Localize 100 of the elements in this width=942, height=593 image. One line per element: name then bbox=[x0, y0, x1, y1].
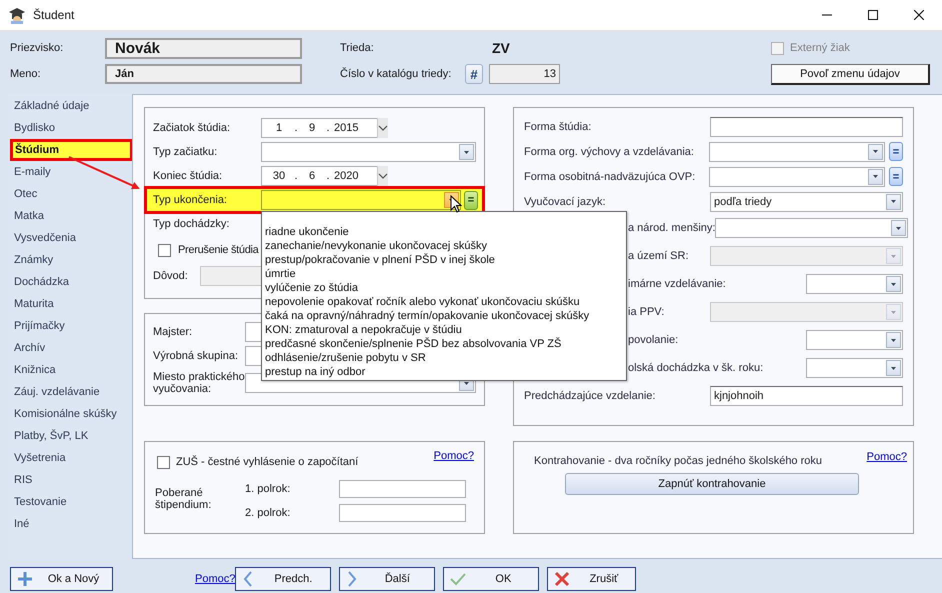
field-label: Meno: bbox=[10, 68, 42, 80]
plus-icon bbox=[17, 571, 33, 587]
sidebar-item[interactable]: Maturita bbox=[8, 293, 132, 315]
sidebar-item[interactable]: Záuj. vzdelávanie bbox=[8, 381, 132, 403]
field-label: a národ. menšiny: bbox=[628, 222, 716, 234]
chevron-icon bbox=[378, 125, 388, 131]
cross-icon bbox=[554, 571, 570, 587]
sidebar-item[interactable]: Bydlisko bbox=[8, 117, 132, 139]
caret-icon bbox=[890, 366, 897, 370]
dropdown-option[interactable]: prestup na iný odbor bbox=[265, 365, 623, 379]
sidebar-item[interactable]: Komisionálne skúšky bbox=[8, 403, 132, 425]
field-label: Forma osobitná-nadväzujúca OVP: bbox=[524, 170, 696, 182]
field-label: povolanie: bbox=[628, 334, 678, 346]
checkbox[interactable] bbox=[158, 244, 171, 256]
sidebar-item[interactable]: Matka bbox=[8, 205, 132, 227]
footer-button[interactable]: Ďalší bbox=[339, 567, 436, 591]
chevron-icon bbox=[378, 173, 388, 179]
sidebar-item[interactable]: Platby, ŠvP, LK bbox=[8, 425, 132, 447]
sidebar-item[interactable]: Štúdium bbox=[10, 139, 133, 161]
dropdown-button[interactable] bbox=[868, 144, 883, 160]
sidebar-item[interactable]: Známky bbox=[8, 249, 132, 271]
help-link[interactable]: Pomoc? bbox=[866, 451, 907, 463]
field-label: 1. polrok: bbox=[245, 483, 292, 495]
sidebar-item[interactable]: Základné údaje bbox=[8, 95, 132, 117]
checkbox[interactable] bbox=[157, 456, 170, 468]
footer-button[interactable]: Zrušiť bbox=[547, 567, 636, 591]
dropdown-option[interactable]: úmrtie bbox=[265, 267, 623, 281]
field-label: a území SR: bbox=[628, 250, 689, 262]
dropdown-option[interactable]: nepovolenie opakovať ročník alebo vykonať ukončovaciu skúšku bbox=[265, 295, 623, 309]
sidebar-item[interactable]: E-maily bbox=[8, 161, 132, 183]
equals-button[interactable]: = bbox=[889, 142, 903, 161]
dropdown-button[interactable] bbox=[886, 332, 901, 348]
field-label: ia PPV: bbox=[628, 306, 664, 318]
dropdown-option[interactable]: predčasné skončenie/splnenie PŠD bez absolvovania VP ZŠ bbox=[265, 337, 623, 351]
dropdown-button[interactable] bbox=[886, 194, 901, 210]
dropdown-button[interactable] bbox=[459, 144, 474, 160]
checkbox-label: Prerušenie štúdia bbox=[178, 244, 259, 256]
caret-icon bbox=[890, 310, 897, 314]
footer-button[interactable]: Predch. bbox=[235, 567, 332, 591]
class-value: ZV bbox=[491, 40, 511, 56]
dropdown-option[interactable]: prestup/pokračovanie v plnení PŠD v inej škole bbox=[265, 253, 623, 267]
field-label: Začiatok štúdia: bbox=[153, 122, 232, 134]
help-link[interactable]: Pomoc? bbox=[434, 450, 474, 462]
equals-button[interactable]: = bbox=[889, 167, 903, 186]
dropdown-button[interactable] bbox=[891, 220, 906, 236]
date-field[interactable]: 30 . 6 . 2020 bbox=[261, 166, 387, 186]
sidebar-item[interactable]: RIS bbox=[8, 469, 132, 491]
caret-icon bbox=[895, 226, 902, 230]
sidebar-item[interactable]: Dochádzka bbox=[8, 271, 132, 293]
dropdown-option[interactable]: odhlásenie/zrušenie pobytu v SR bbox=[265, 351, 623, 365]
dropdown-option[interactable]: KON: zmaturoval a nepokračuje v štúdiu bbox=[265, 323, 623, 337]
field-label: imárne vzdelávanie: bbox=[628, 278, 726, 290]
surname-field[interactable]: Novák bbox=[105, 38, 302, 58]
field-label: Dôvod: bbox=[153, 270, 189, 282]
student-cap-icon bbox=[8, 6, 26, 24]
sidebar-item[interactable]: Iné bbox=[8, 513, 132, 535]
footer-button[interactable]: OK bbox=[443, 567, 540, 591]
sidebar-item[interactable]: Vysvedčenia bbox=[8, 227, 132, 249]
dropdown-option[interactable]: zanechanie/nevykonanie ukončovacej skúšky bbox=[265, 239, 623, 253]
help-link[interactable]: Pomoc? bbox=[195, 573, 236, 585]
sidebar-item[interactable]: Prijímačky bbox=[8, 315, 132, 337]
close-icon bbox=[914, 10, 924, 20]
enable-contracting-button[interactable]: Zapnúť kontrahovanie bbox=[565, 473, 859, 495]
text-field[interactable]: kjnjohnoih bbox=[710, 386, 903, 406]
maximize-icon bbox=[868, 10, 878, 20]
text-field[interactable] bbox=[710, 116, 903, 136]
text-field[interactable] bbox=[339, 480, 466, 498]
sidebar-item[interactable]: Archív bbox=[8, 337, 132, 359]
sidebar-item[interactable]: Vyšetrenia bbox=[8, 447, 132, 469]
unlock-edit-button[interactable]: Povoľ zmenu údajov bbox=[771, 64, 930, 84]
sidebar-item[interactable]: Otec bbox=[8, 183, 132, 205]
field-label: Forma org. výchovy a vzdelávania: bbox=[524, 146, 694, 158]
field-label: 2. polrok: bbox=[245, 507, 292, 519]
dropdown-option[interactable]: čaká na opravný/náhradný termín/opakovanie ukončovacej skúšky bbox=[265, 309, 623, 323]
caret-icon bbox=[890, 199, 897, 204]
number-button[interactable]: # bbox=[465, 64, 483, 84]
caret-icon bbox=[463, 150, 470, 154]
caret-icon bbox=[872, 149, 879, 154]
name-field[interactable]: Ján bbox=[105, 64, 302, 84]
footer-button[interactable]: Ok a Nový bbox=[10, 567, 113, 591]
field-label: Číslo v katalógu triedy: bbox=[340, 68, 452, 80]
window-title: Študent bbox=[33, 8, 74, 22]
caret-icon bbox=[890, 254, 897, 258]
text-field[interactable] bbox=[339, 504, 466, 522]
catalog-number-field[interactable]: 13 bbox=[489, 64, 560, 84]
dropdown-button[interactable] bbox=[868, 168, 883, 184]
sidebar-item[interactable]: Testovanie bbox=[8, 491, 132, 513]
caret-icon bbox=[890, 282, 897, 286]
dropdown-option[interactable]: riadne ukončenie bbox=[265, 225, 623, 239]
dropdown-option[interactable]: vylúčenie zo štúdia bbox=[265, 281, 623, 295]
checkbox-label: ZUŠ - čestné vyhlásenie o započítaní bbox=[176, 456, 358, 468]
combo-box[interactable]: podľa triedy bbox=[710, 192, 903, 212]
dropdown-button[interactable] bbox=[886, 276, 901, 292]
sidebar-item[interactable]: Knižnica bbox=[8, 359, 132, 381]
equals-button[interactable]: = bbox=[464, 190, 478, 210]
field-label: Poberané štipendium: bbox=[155, 486, 212, 513]
field-label: Typ ukončenia: bbox=[153, 194, 228, 206]
chevron-left-icon bbox=[242, 571, 254, 587]
dropdown-button[interactable] bbox=[886, 360, 901, 376]
date-field[interactable]: 1 . 9 . 2015 bbox=[261, 118, 387, 138]
